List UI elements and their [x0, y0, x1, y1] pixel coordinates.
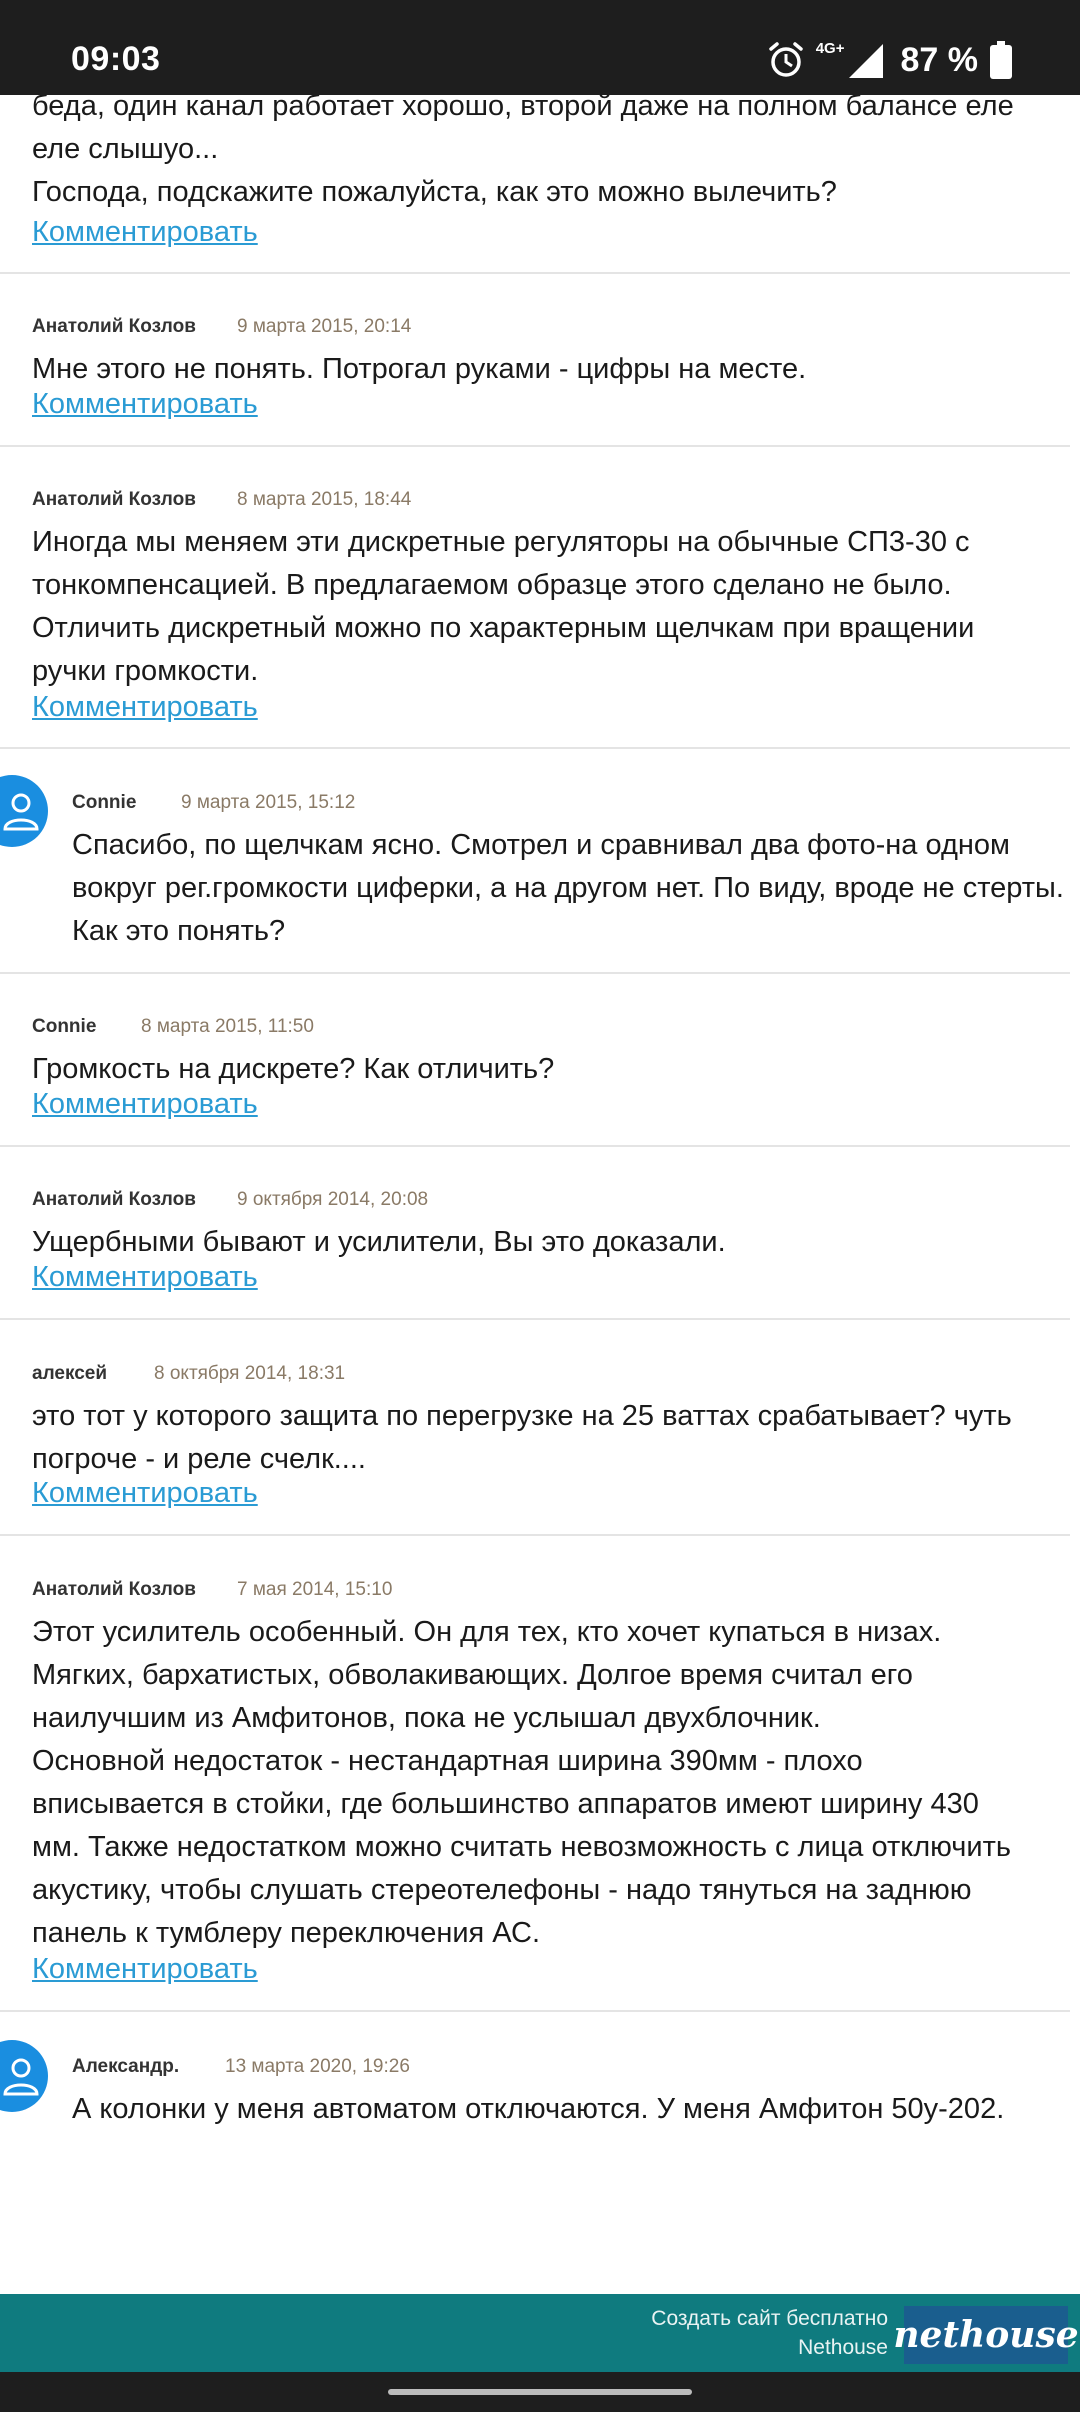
divider: [0, 972, 1070, 974]
comment-author: Александр.: [72, 2056, 180, 2077]
comment-reply-link[interactable]: Комментировать: [32, 1476, 258, 1510]
comment-text: Громкость на дискрете? Как отличить?: [32, 1053, 555, 1085]
comment-text: Этот усилитель особенный. Он для тех, кт…: [32, 1616, 1011, 1949]
comment-reply-link[interactable]: Комментировать: [32, 1260, 258, 1294]
alarm-icon: [768, 42, 803, 77]
comment-date: 8 октября 2014, 18:31: [154, 1363, 346, 1384]
divider: [0, 1534, 1070, 1536]
comment-date: 7 мая 2014, 15:10: [237, 1579, 393, 1600]
comment-text: Иногда мы меняем эти дискретные регулято…: [32, 526, 975, 687]
status-time: 09:03: [71, 40, 161, 78]
comment-author: алексей: [32, 1363, 108, 1384]
comment-author: Анатолий Козлов: [32, 489, 196, 510]
divider: [0, 1145, 1070, 1147]
navigation-bar: [0, 2372, 1080, 2412]
divider: [0, 2010, 1070, 2012]
comment-text: Ущербными бывают и усилители, Вы это док…: [32, 1226, 726, 1258]
comment-date: 9 октября 2014, 20:08: [237, 1189, 429, 1210]
divider: [0, 1318, 1070, 1320]
nethouse-logo[interactable]: nethouse: [893, 2306, 1079, 2364]
battery-percent: 87 %: [900, 40, 979, 79]
divider: [0, 747, 1070, 749]
comment-author: Анатолий Козлов: [32, 1189, 196, 1210]
comment-date: 8 марта 2015, 11:50: [141, 1016, 314, 1037]
user-icon: [3, 2058, 39, 2096]
network-type: 4G+: [815, 39, 845, 57]
comment-author: Анатолий Козлов: [32, 316, 196, 337]
comment-reply-link[interactable]: Комментировать: [32, 690, 258, 724]
comment-reply-link[interactable]: Комментировать: [32, 215, 258, 249]
comment-date: 9 марта 2015, 15:12: [181, 792, 356, 813]
avatar: [0, 2040, 48, 2112]
comment-text: это тот у которого защита по перегрузке …: [32, 1400, 1012, 1475]
comment-reply-link[interactable]: Комментировать: [32, 1087, 258, 1121]
comment-date: 13 марта 2020, 19:26: [225, 2056, 410, 2077]
home-gesture-handle[interactable]: [388, 2389, 692, 2395]
divider: [0, 272, 1070, 274]
comment-reply-link[interactable]: Комментировать: [32, 1952, 258, 1986]
status-icons: 4G+ 87 %: [766, 38, 1012, 82]
footer: Создать сайт бесплатно Nethouse nethouse: [0, 2294, 1080, 2372]
comment-text: Спасибо, по щелчкам ясно. Смотрел и срав…: [72, 829, 1064, 947]
comment-text: беда, один канал работает хорошо, второй…: [32, 90, 1014, 208]
signal-icon: [848, 44, 883, 78]
comment-author: Connie: [32, 1016, 97, 1037]
avatar: [0, 775, 48, 847]
user-icon: [3, 793, 39, 831]
create-site-link[interactable]: Создать сайт бесплатно Nethouse: [651, 2304, 888, 2362]
comment-text: Мне этого не понять. Потрогал руками - ц…: [32, 353, 807, 385]
comment-author: Connie: [72, 792, 137, 813]
comment-date: 8 марта 2015, 18:44: [237, 489, 412, 510]
comment-reply-link[interactable]: Комментировать: [32, 387, 258, 421]
comment-author: Анатолий Козлов: [32, 1579, 196, 1600]
divider: [0, 445, 1070, 447]
comment-text: А колонки у меня автоматом отключаются. …: [72, 2093, 1005, 2125]
comment-date: 9 марта 2015, 20:14: [237, 316, 412, 337]
status-bar: 09:03 4G+ 87 %: [0, 0, 1080, 95]
battery-icon: [990, 41, 1012, 79]
